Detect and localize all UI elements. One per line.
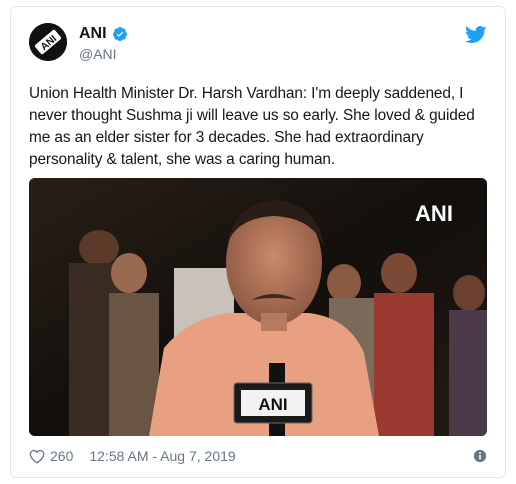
tweet-footer: 260 12:58 AM - Aug 7, 2019 bbox=[29, 444, 491, 468]
avatar[interactable]: ANI bbox=[29, 23, 67, 61]
twitter-bird-icon[interactable] bbox=[465, 25, 487, 45]
display-name[interactable]: ANI bbox=[79, 25, 107, 43]
tweet-card[interactable]: ANI ANI @ANI Union Health Minister Dr. H… bbox=[10, 6, 506, 478]
tweet-timestamp[interactable]: 12:58 AM - Aug 7, 2019 bbox=[89, 448, 235, 464]
like-count: 260 bbox=[50, 448, 74, 464]
heart-icon bbox=[29, 449, 45, 464]
account-handle[interactable]: @ANI bbox=[79, 46, 128, 62]
mic-flag-label: ANI bbox=[258, 395, 287, 414]
ani-watermark: ANI bbox=[415, 201, 453, 226]
like-button[interactable]: 260 bbox=[29, 448, 73, 464]
info-icon[interactable] bbox=[473, 449, 487, 463]
verified-badge-icon bbox=[112, 27, 127, 41]
tweet-media-image[interactable]: ANI ANI bbox=[29, 178, 487, 436]
tweet-header: ANI ANI @ANI bbox=[29, 23, 491, 73]
news-photo: ANI ANI bbox=[29, 178, 487, 436]
account-names: ANI @ANI bbox=[79, 25, 128, 62]
tweet-text: Union Health Minister Dr. Harsh Vardhan:… bbox=[29, 85, 475, 168]
